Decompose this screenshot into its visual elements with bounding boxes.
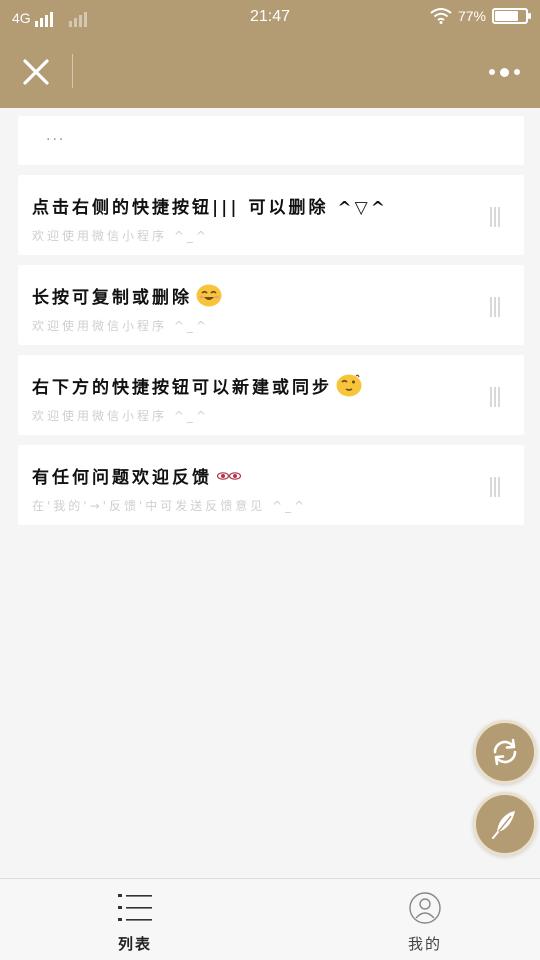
sync-icon [493, 738, 517, 766]
tab-list-label: 列表 [117, 935, 152, 953]
sync-button[interactable] [473, 720, 537, 784]
note-item[interactable]: 有任何问题欢迎反馈 在'我的'→'反馈'中可发送反馈意见 ^_^ [18, 445, 524, 525]
status-bar: 4G 21:47 77% [0, 0, 540, 36]
more-dot [499, 67, 509, 77]
search-text: ... [46, 128, 66, 144]
note-item[interactable]: 右下方的快捷按钮可以新建或同步 欢迎使用微信小程序 ^_^ [18, 355, 524, 435]
tab-list[interactable]: 列表 [100, 891, 170, 955]
close-button[interactable] [16, 52, 56, 92]
note-title-text: 右下方的快捷按钮可以新建或同步 [32, 377, 332, 398]
nav-bar [0, 36, 540, 108]
drag-handle-icon[interactable] [490, 297, 502, 317]
battery-percent: 77% [457, 8, 486, 24]
signal-strength-secondary-icon [68, 11, 87, 27]
note-title: 有任何问题欢迎反馈 [32, 463, 524, 488]
drag-handle-icon[interactable] [490, 387, 502, 407]
wink-emoji-icon [336, 374, 362, 397]
note-list: ... 点击右侧的快捷按钮||| 可以删除 ^▽^ 欢迎使用微信小程序 ^_^ … [18, 116, 524, 525]
tab-bar: 列表 我的 [0, 878, 540, 960]
note-item[interactable]: 长按可复制或删除 欢迎使用微信小程序 ^_^ [18, 265, 524, 345]
note-subtitle: 欢迎使用微信小程序 ^_^ [32, 409, 209, 423]
status-right: 77% [430, 8, 531, 24]
tab-mine[interactable]: 我的 [380, 891, 470, 955]
search-bar[interactable]: ... [18, 116, 524, 165]
more-dots-icon [488, 69, 495, 75]
battery-fill [495, 11, 518, 21]
note-title-text: 点击右侧的快捷按钮||| 可以删除 ^▽^ [32, 197, 388, 218]
smile-emoji-icon [196, 284, 222, 307]
nav-divider [72, 54, 73, 88]
wifi-icon [430, 8, 452, 24]
note-subtitle: 欢迎使用微信小程序 ^_^ [32, 229, 209, 243]
close-icon [23, 59, 49, 85]
eyes-emoji-icon [216, 472, 242, 480]
note-title-text: 有任何问题欢迎反馈 [32, 467, 212, 488]
note-title: 右下方的快捷按钮可以新建或同步 [32, 373, 524, 398]
drag-handle-icon[interactable] [490, 207, 502, 227]
signal-area: 4G [12, 9, 87, 27]
note-title: 长按可复制或删除 [32, 283, 524, 308]
battery-icon [492, 8, 531, 24]
user-icon [409, 892, 441, 924]
list-icon [118, 894, 152, 921]
note-title-text: 长按可复制或删除 [32, 287, 192, 308]
tab-mine-label: 我的 [407, 935, 442, 953]
drag-handle-icon[interactable] [490, 477, 502, 497]
note-title: 点击右侧的快捷按钮||| 可以删除 ^▽^ [32, 193, 524, 218]
note-item[interactable]: 点击右侧的快捷按钮||| 可以删除 ^▽^ 欢迎使用微信小程序 ^_^ [18, 175, 524, 255]
signal-strength-icon [34, 11, 53, 27]
more-dot [513, 69, 520, 75]
more-button[interactable] [484, 60, 524, 84]
network-type: 4G [12, 10, 31, 26]
note-subtitle: 在'我的'→'反馈'中可发送反馈意见 ^_^ [32, 499, 308, 513]
note-subtitle: 欢迎使用微信小程序 ^_^ [32, 319, 209, 333]
feather-icon [492, 811, 515, 839]
new-note-button[interactable] [473, 792, 537, 856]
